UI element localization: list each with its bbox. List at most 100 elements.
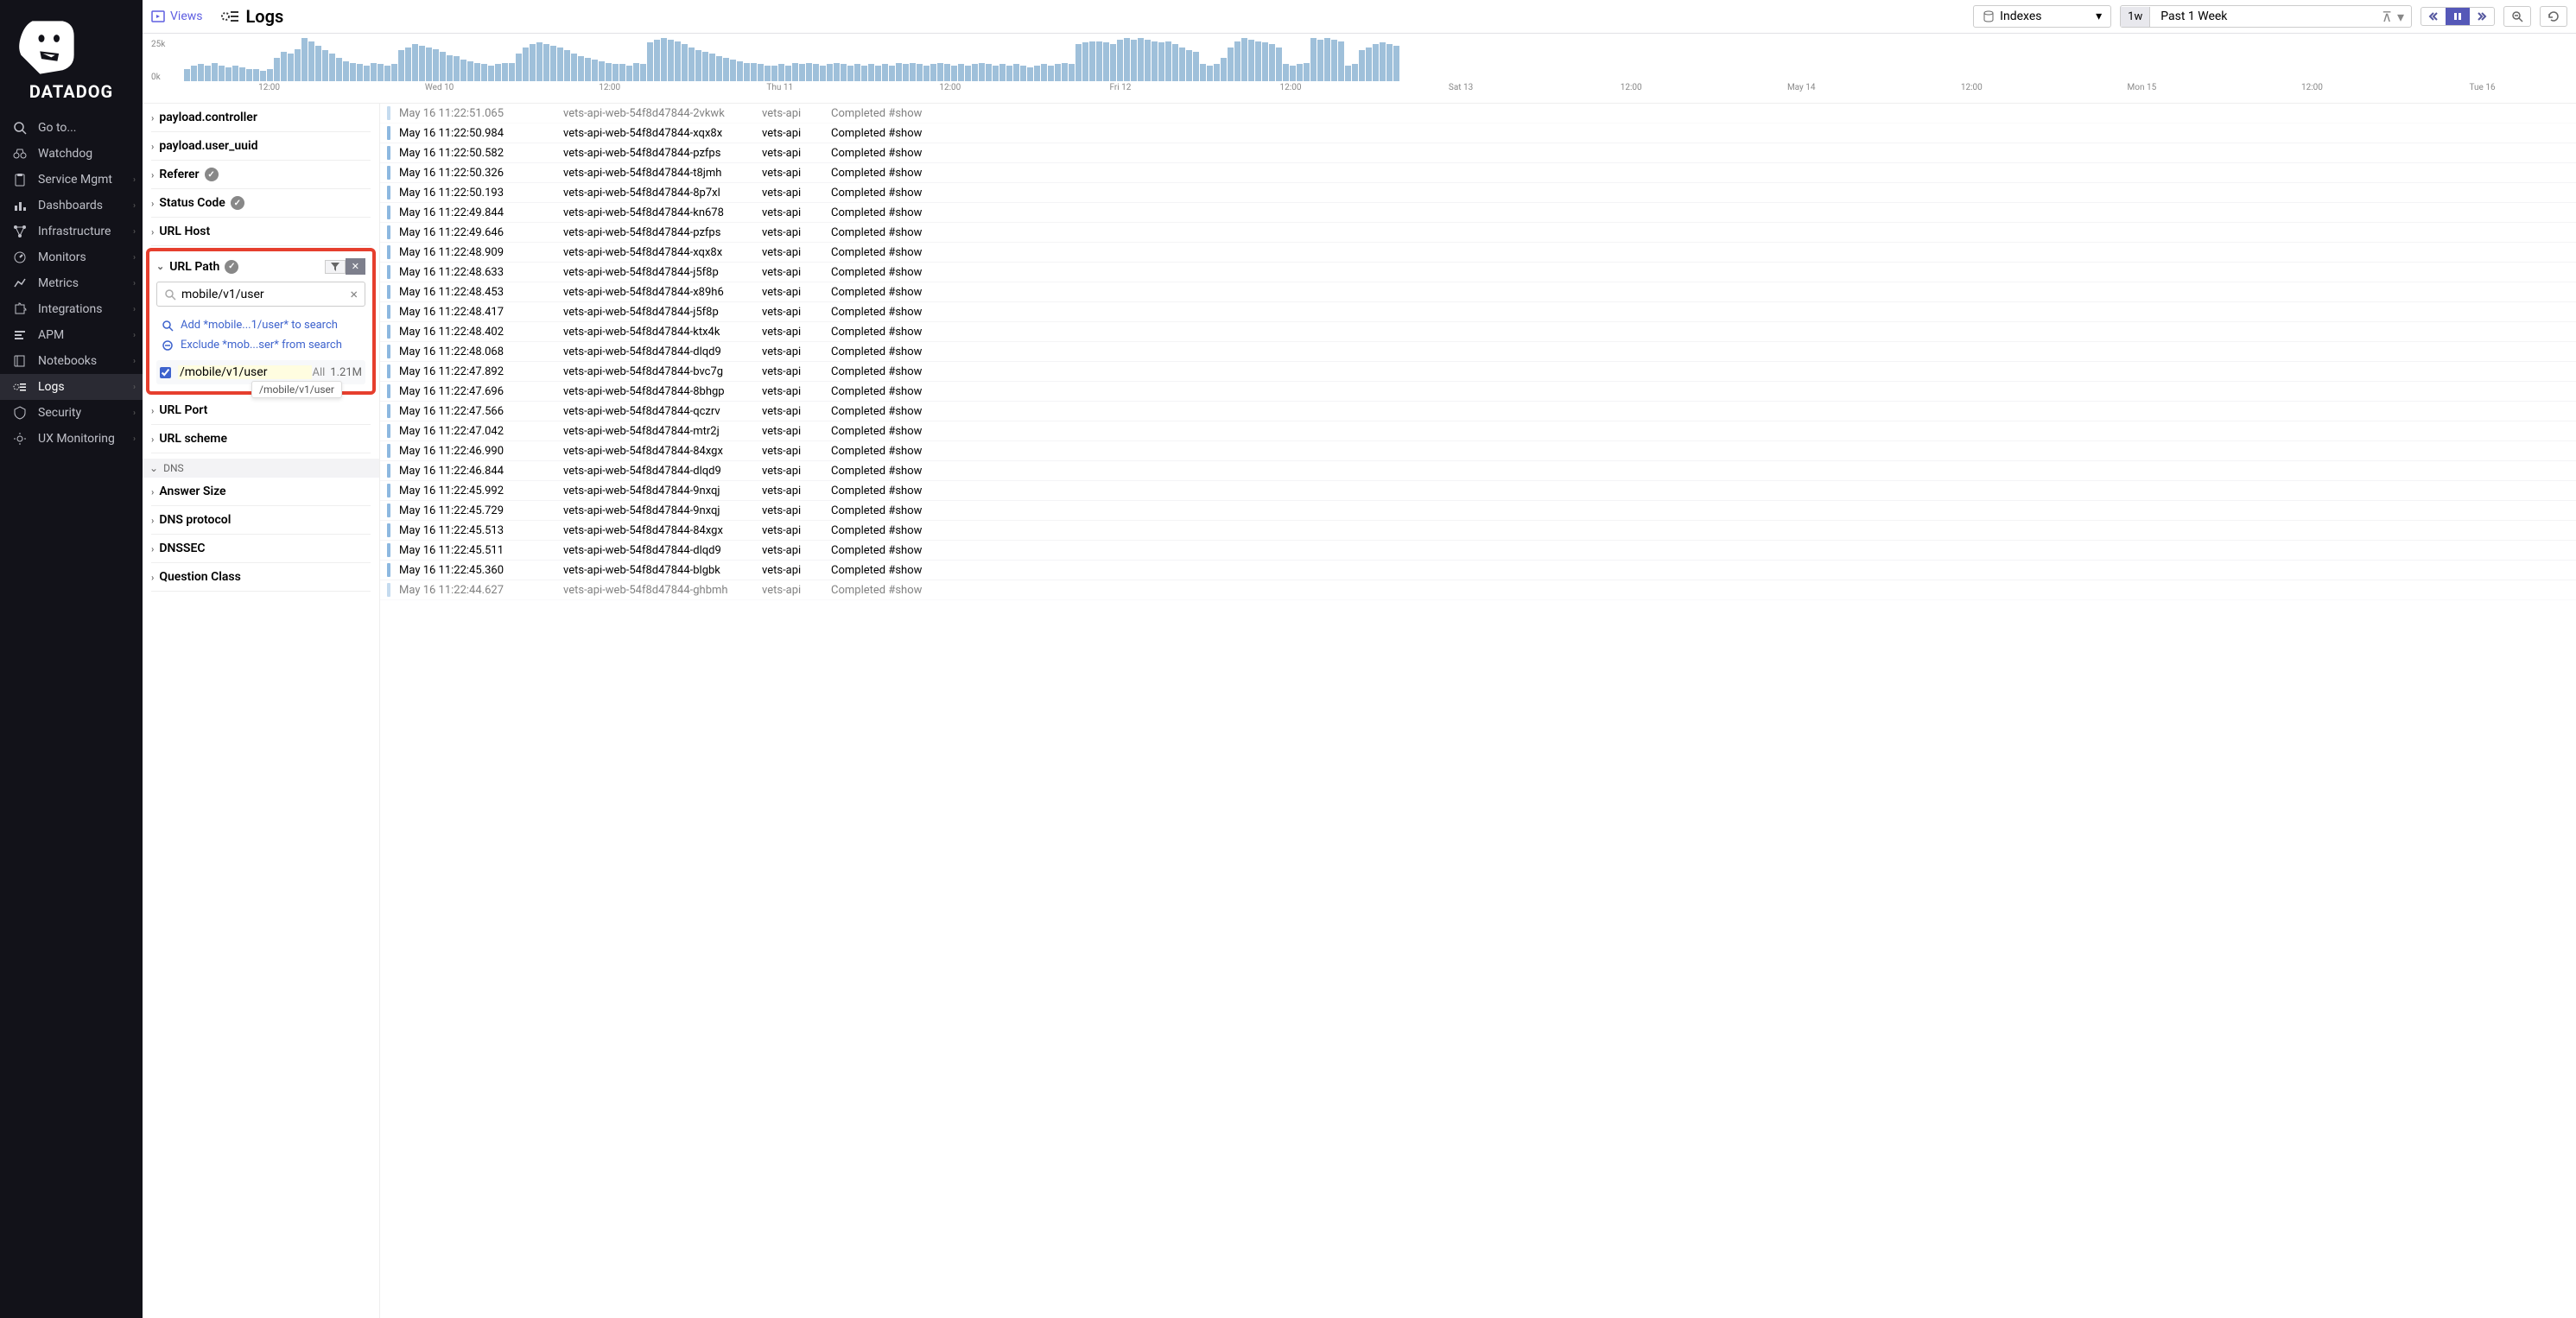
chart-bar[interactable] (322, 50, 328, 81)
time-range-picker[interactable]: 1w Past 1 Week ⊼ ▾ (2120, 5, 2412, 28)
histogram-chart[interactable]: 25k 0k 12:00Wed 1012:00Thu 1112:00Fri 12… (143, 34, 2576, 103)
sidebar-item-integrations[interactable]: Integrations› (0, 296, 143, 322)
chart-bar[interactable] (253, 69, 259, 81)
exclude-from-search-suggestion[interactable]: Exclude *mob...ser* from search (156, 335, 365, 355)
chart-bar[interactable] (847, 66, 853, 81)
chart-bar[interactable] (260, 71, 266, 82)
chart-bar[interactable] (295, 49, 301, 82)
facet-search-box[interactable]: × (156, 282, 365, 307)
log-table[interactable]: May 16 11:22:51.065vets-api-web-54f8d478… (380, 104, 2576, 1318)
pause-button[interactable] (2446, 8, 2470, 25)
chart-bar[interactable] (308, 41, 314, 81)
chart-bar[interactable] (301, 38, 308, 81)
chart-bar[interactable] (999, 64, 1006, 81)
chart-bar[interactable] (281, 52, 287, 81)
chart-bar[interactable] (861, 66, 867, 81)
chart-bar[interactable] (626, 66, 632, 81)
chart-bar[interactable] (633, 63, 639, 81)
chart-bar[interactable] (454, 56, 460, 81)
chart-bar[interactable] (1345, 66, 1351, 81)
chart-bar[interactable] (1172, 44, 1178, 81)
facet-url-port[interactable]: ›URL Port (151, 396, 371, 425)
facet-value-checkbox[interactable] (160, 367, 171, 378)
log-row[interactable]: May 16 11:22:50.582vets-api-web-54f8d478… (380, 143, 2576, 163)
chart-bar[interactable] (1096, 41, 1102, 81)
chart-bar[interactable] (972, 64, 978, 81)
indexes-select[interactable]: Indexes ▾ (1973, 5, 2111, 28)
log-row[interactable]: May 16 11:22:48.417vets-api-web-54f8d478… (380, 302, 2576, 322)
chart-bar[interactable] (516, 54, 522, 81)
chart-bar[interactable] (350, 63, 356, 81)
chart-bar[interactable] (1207, 66, 1213, 81)
facet-url-host[interactable]: ›URL Host (151, 218, 371, 246)
chart-bar[interactable] (357, 64, 363, 81)
chart-bar[interactable] (426, 48, 432, 81)
chart-bar[interactable] (1165, 41, 1171, 81)
sidebar-item-service-mgmt[interactable]: Service Mgmt› (0, 167, 143, 193)
chart-bar[interactable] (841, 64, 847, 81)
chart-bar[interactable] (474, 63, 480, 81)
clear-input-button[interactable]: × (350, 286, 358, 302)
chart-bar[interactable] (979, 63, 985, 81)
chart-bar[interactable] (765, 66, 771, 81)
views-button[interactable]: Views (151, 10, 203, 23)
clear-filter-button[interactable]: ✕ (346, 258, 365, 275)
chart-bar[interactable] (391, 64, 397, 81)
chart-bar[interactable] (225, 67, 232, 81)
chart-bar[interactable] (1366, 48, 1372, 81)
chart-bar[interactable] (1262, 42, 1268, 81)
chart-bar[interactable] (1331, 40, 1337, 81)
chart-bar[interactable] (923, 66, 930, 81)
chart-bar[interactable] (986, 64, 992, 81)
chart-bar[interactable] (1214, 64, 1220, 81)
chart-bar[interactable] (944, 64, 950, 81)
log-row[interactable]: May 16 11:22:50.193vets-api-web-54f8d478… (380, 183, 2576, 203)
log-row[interactable]: May 16 11:22:45.992vets-api-web-54f8d478… (380, 481, 2576, 501)
chart-bar[interactable] (232, 66, 238, 81)
log-row[interactable]: May 16 11:22:48.402vets-api-web-54f8d478… (380, 322, 2576, 342)
chart-bar[interactable] (896, 63, 902, 81)
log-row[interactable]: May 16 11:22:45.729vets-api-web-54f8d478… (380, 501, 2576, 521)
chart-bar[interactable] (903, 64, 909, 81)
facet-payload-controller[interactable]: ›payload.controller (151, 104, 371, 132)
chart-bar[interactable] (889, 66, 895, 81)
facet-answer-size[interactable]: ›Answer Size (151, 478, 371, 506)
chart-bar[interactable] (412, 44, 418, 81)
add-to-search-suggestion[interactable]: Add *mobile...1/user* to search (156, 315, 365, 335)
chart-bar[interactable] (965, 66, 971, 81)
chart-bar[interactable] (267, 69, 273, 81)
sidebar-item-security[interactable]: Security› (0, 400, 143, 426)
chart-bar[interactable] (1013, 64, 1019, 81)
chart-bar[interactable] (1234, 41, 1240, 81)
chart-bar[interactable] (737, 61, 743, 81)
chart-bar[interactable] (716, 56, 722, 81)
chart-bar[interactable] (785, 66, 791, 81)
sidebar-item-ux-monitoring[interactable]: UX Monitoring› (0, 426, 143, 452)
chart-bar[interactable] (1027, 67, 1033, 81)
chart-bar[interactable] (184, 69, 190, 81)
chart-bar[interactable] (1304, 63, 1310, 81)
chart-bar[interactable] (820, 66, 826, 81)
sidebar-item-dashboards[interactable]: Dashboards› (0, 193, 143, 219)
chart-bar[interactable] (723, 58, 729, 81)
chart-bar[interactable] (1200, 64, 1206, 81)
chart-bar[interactable] (854, 64, 860, 81)
chart-bar[interactable] (834, 63, 840, 81)
chart-bar[interactable] (274, 58, 280, 81)
chart-bar[interactable] (709, 54, 715, 81)
chart-bar[interactable] (1158, 42, 1164, 81)
chart-bar[interactable] (564, 50, 570, 81)
log-row[interactable]: May 16 11:22:46.990vets-api-web-54f8d478… (380, 441, 2576, 461)
chart-bar[interactable] (440, 52, 446, 81)
log-row[interactable]: May 16 11:22:45.513vets-api-web-54f8d478… (380, 521, 2576, 541)
chart-bar[interactable] (937, 63, 943, 81)
chart-bar[interactable] (827, 64, 833, 81)
chart-bar[interactable] (536, 42, 542, 81)
chart-bar[interactable] (1269, 44, 1275, 81)
chart-bar[interactable] (792, 63, 798, 81)
chart-bar[interactable] (910, 63, 916, 81)
chart-bar[interactable] (1069, 64, 1075, 81)
chart-bar[interactable] (647, 42, 653, 81)
chart-bar[interactable] (212, 63, 218, 81)
chart-bar[interactable] (509, 63, 515, 81)
